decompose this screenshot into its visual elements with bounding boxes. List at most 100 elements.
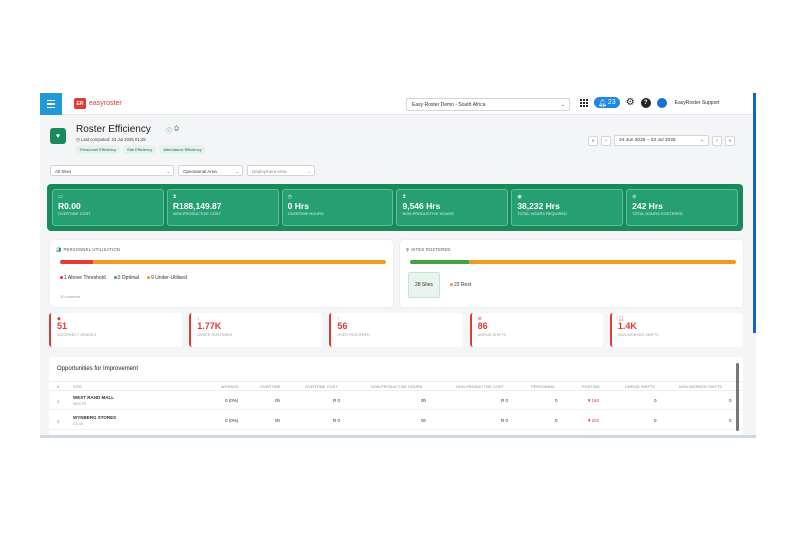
- people-icon: 👥︎: [56, 247, 62, 252]
- chevron-down-icon: ⌄: [235, 169, 239, 174]
- panel-heading: ⚲ SITES ROSTERED: [406, 247, 451, 252]
- stat-non-worked-shifts[interactable]: 👤︎ 1.4K NON-WORKED SHIFTS: [609, 313, 744, 347]
- chevron-down-icon: ⌄: [560, 102, 565, 108]
- column-header[interactable]: UNPAID SHIFTS: [625, 385, 655, 389]
- bar-segment-above: [60, 260, 93, 264]
- title-tools: ⓘ ⎙: [166, 126, 179, 135]
- bar-segment-rostered: [410, 260, 469, 264]
- bell-icon: 🔔︎: [598, 99, 607, 107]
- chip-site-efficiency[interactable]: Site Efficiency: [123, 145, 157, 154]
- personnel-utilisation-panel: 👥︎ PERSONNEL UTILISATION 1 Above Threshol…: [50, 240, 393, 307]
- page-scrollbar[interactable]: [753, 93, 756, 333]
- column-header[interactable]: NON-PRODUCTIVE HOURS: [371, 385, 422, 389]
- user-name[interactable]: EasyRoster Support: [675, 100, 720, 106]
- site-name[interactable]: WYNBERG STORES: [73, 415, 116, 420]
- rostered-count: 10 rostered: [60, 294, 81, 299]
- kpi-total-hours-required[interactable]: ◉ 38,232 Hrs TOTAL HOURS REQUIRED: [511, 189, 624, 226]
- top-bar: ER easyroster Easy Roster Demo - South A…: [40, 93, 756, 333]
- table-row[interactable]: 2 WYNBERG STORES CS-40 0 (0%) 0h R 0 0h …: [49, 412, 743, 430]
- last-period-button[interactable]: »: [725, 135, 735, 146]
- date-navigation: « ‹ 24 Jun 2025 – 23 Jul 2025 ⌄ › »: [588, 135, 735, 146]
- sites-bar[interactable]: [410, 260, 736, 264]
- site-code: CS-40: [73, 422, 83, 426]
- column-header[interactable]: WORKED: [221, 385, 239, 389]
- logo-mark-icon: ER: [74, 98, 86, 109]
- prev-period-button[interactable]: ‹: [601, 135, 611, 146]
- filters: All Sites ⌄ Operational Area ⌄ Deployment …: [50, 165, 315, 176]
- utilisation-legend: 1 Above Threshold 0 Optimal 9 Under-Util…: [60, 275, 187, 281]
- efficiency-chips: Personnel Efficiency Site Efficiency Att…: [76, 145, 206, 154]
- site-name[interactable]: WEST RAND MALL: [73, 395, 114, 400]
- column-header[interactable]: OVERTIME COST: [305, 385, 338, 389]
- heart-icon: ♥: [50, 128, 66, 144]
- date-range-select[interactable]: 24 Jun 2025 – 23 Jul 2025 ⌄: [614, 135, 709, 146]
- apps-grid-icon[interactable]: [580, 98, 588, 107]
- table-row[interactable]: 1 WEST RAND MALL WRCTR 0 (0%) 0h R 0 0h …: [49, 392, 743, 410]
- table-header: # SITE WORKED OVERTIME OVERTIME COST NON…: [49, 381, 743, 391]
- kpi-overtime-cost[interactable]: ▭ R0.00 OVERTIME COST: [52, 189, 164, 226]
- check-circle-icon: ⊘: [632, 194, 637, 200]
- sites-rest-label[interactable]: 22 Rest: [450, 282, 471, 288]
- horizontal-scrollbar[interactable]: [40, 435, 756, 438]
- column-header[interactable]: PERSONNEL: [531, 385, 555, 389]
- sites-rostered-box[interactable]: 28 Sites: [408, 272, 440, 298]
- column-header[interactable]: NON-WORKED SHIFTS: [679, 385, 722, 389]
- logo-text: easyroster: [89, 100, 122, 107]
- legend-under-utilised[interactable]: 9 Under-Utilised: [147, 275, 187, 281]
- first-period-button[interactable]: «: [588, 135, 598, 146]
- chip-attendance-efficiency[interactable]: Attendance Efficiency: [159, 145, 206, 154]
- chevron-down-icon: ⌄: [307, 169, 311, 174]
- chevron-down-icon: ⌄: [699, 138, 704, 143]
- date-range-value: 24 Jun 2025 – 23 Jul 2025: [619, 138, 676, 143]
- issue-stats: ◆ 51 INCORRECT GRADES ↓ 1.77K UNDER ROST…: [49, 313, 744, 347]
- column-header[interactable]: SITE: [73, 385, 82, 389]
- deployment-area-filter[interactable]: Deployment Area ⌄: [247, 165, 315, 176]
- opportunities-title: Opportunities for Improvement: [57, 366, 139, 372]
- chip-personnel-efficiency[interactable]: Personnel Efficiency: [76, 145, 121, 154]
- panel-heading: 👥︎ PERSONNEL UTILISATION: [56, 247, 121, 252]
- hourglass-icon: ⧗: [402, 194, 406, 200]
- notifications-button[interactable]: 🔔︎ 23: [594, 97, 620, 108]
- app-window: ER easyroster Easy Roster Demo - South A…: [40, 93, 756, 438]
- gear-icon[interactable]: ⚙: [626, 97, 635, 108]
- stat-unpaid-shifts[interactable]: ⊘ 86 UNPAID SHIFTS: [469, 313, 603, 347]
- column-header[interactable]: OVERTIME: [260, 385, 281, 389]
- column-header[interactable]: #: [57, 385, 59, 389]
- kpi-non-productive-cost[interactable]: ⧗ R188,149.87 NON-PRODUCTIVE COST: [166, 189, 279, 226]
- stat-over-rostered[interactable]: ↑ 56 OVER ROSTERED: [329, 313, 463, 347]
- sites-filter[interactable]: All Sites ⌄: [50, 165, 174, 176]
- help-icon[interactable]: ?: [640, 97, 651, 108]
- site-code: WRCTR: [73, 402, 87, 406]
- next-period-button[interactable]: ›: [712, 135, 722, 146]
- info-icon[interactable]: ⓘ: [166, 126, 172, 135]
- column-header[interactable]: POSTING: [582, 385, 600, 389]
- location-pin-icon: ⚲: [406, 247, 410, 252]
- kpi-total-hours-rostered[interactable]: ⊘ 242 Hrs TOTAL HOURS ROSTERED: [626, 189, 738, 226]
- last-computed: ◷ Last computed: 23 Jul 2025 01:45: [76, 137, 146, 142]
- organisation-select[interactable]: Easy Roster Demo - South Africa ⌄: [406, 98, 570, 111]
- stat-under-rostered[interactable]: ↓ 1.77K UNDER ROSTERED: [189, 313, 323, 347]
- print-icon[interactable]: ⎙: [174, 126, 179, 135]
- bar-segment-under: [92, 260, 386, 264]
- organisation-select-value: Easy Roster Demo - South Africa: [412, 102, 486, 108]
- chevron-down-icon: ⌄: [166, 169, 170, 174]
- table-scrollbar[interactable]: [736, 363, 739, 431]
- menu-button[interactable]: [40, 93, 62, 115]
- legend-optimal[interactable]: 0 Optimal: [113, 275, 139, 281]
- page-title: Roster Efficiency: [76, 124, 151, 135]
- sites-rostered-panel: ⚲ SITES ROSTERED 28 Sites 22 Rest: [400, 240, 743, 307]
- legend-above-threshold[interactable]: 1 Above Threshold: [60, 275, 106, 281]
- kpi-overtime-hours[interactable]: ◷ 0 Hrs OVERTIME HOURS: [281, 189, 394, 226]
- top-icons: 🔔︎ 23 ⚙ ? EasyRoster Support: [580, 97, 719, 108]
- cash-icon: ▭: [58, 194, 63, 200]
- kpi-non-productive-hours[interactable]: ⧗ 9,546 Hrs NON-PRODUCTIVE HOURS: [396, 189, 509, 226]
- logo[interactable]: ER easyroster: [74, 98, 122, 109]
- utilisation-bar[interactable]: [60, 260, 386, 264]
- hourglass-icon: ⧗: [172, 194, 177, 200]
- opportunities-panel: Opportunities for Improvement # SITE WOR…: [49, 357, 743, 438]
- stat-incorrect-grades[interactable]: ◆ 51 INCORRECT GRADES: [49, 313, 183, 347]
- column-header[interactable]: NON-PRODUCTIVE COST: [456, 385, 504, 389]
- avatar[interactable]: [656, 97, 667, 108]
- operational-area-filter[interactable]: Operational Area ⌄: [178, 165, 243, 176]
- notification-count: 23: [607, 99, 616, 106]
